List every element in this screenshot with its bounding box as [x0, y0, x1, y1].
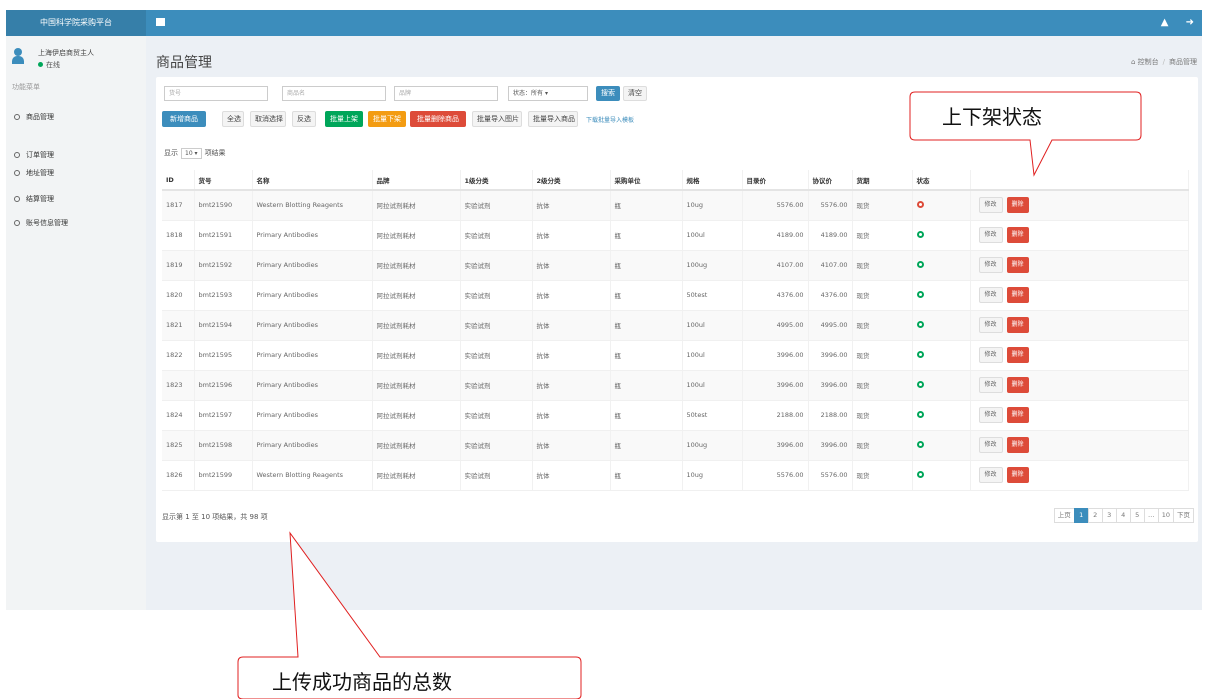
total-callout-text: 上传成功商品的总数: [272, 670, 452, 694]
status-callout-text: 上下架状态: [942, 105, 1042, 129]
